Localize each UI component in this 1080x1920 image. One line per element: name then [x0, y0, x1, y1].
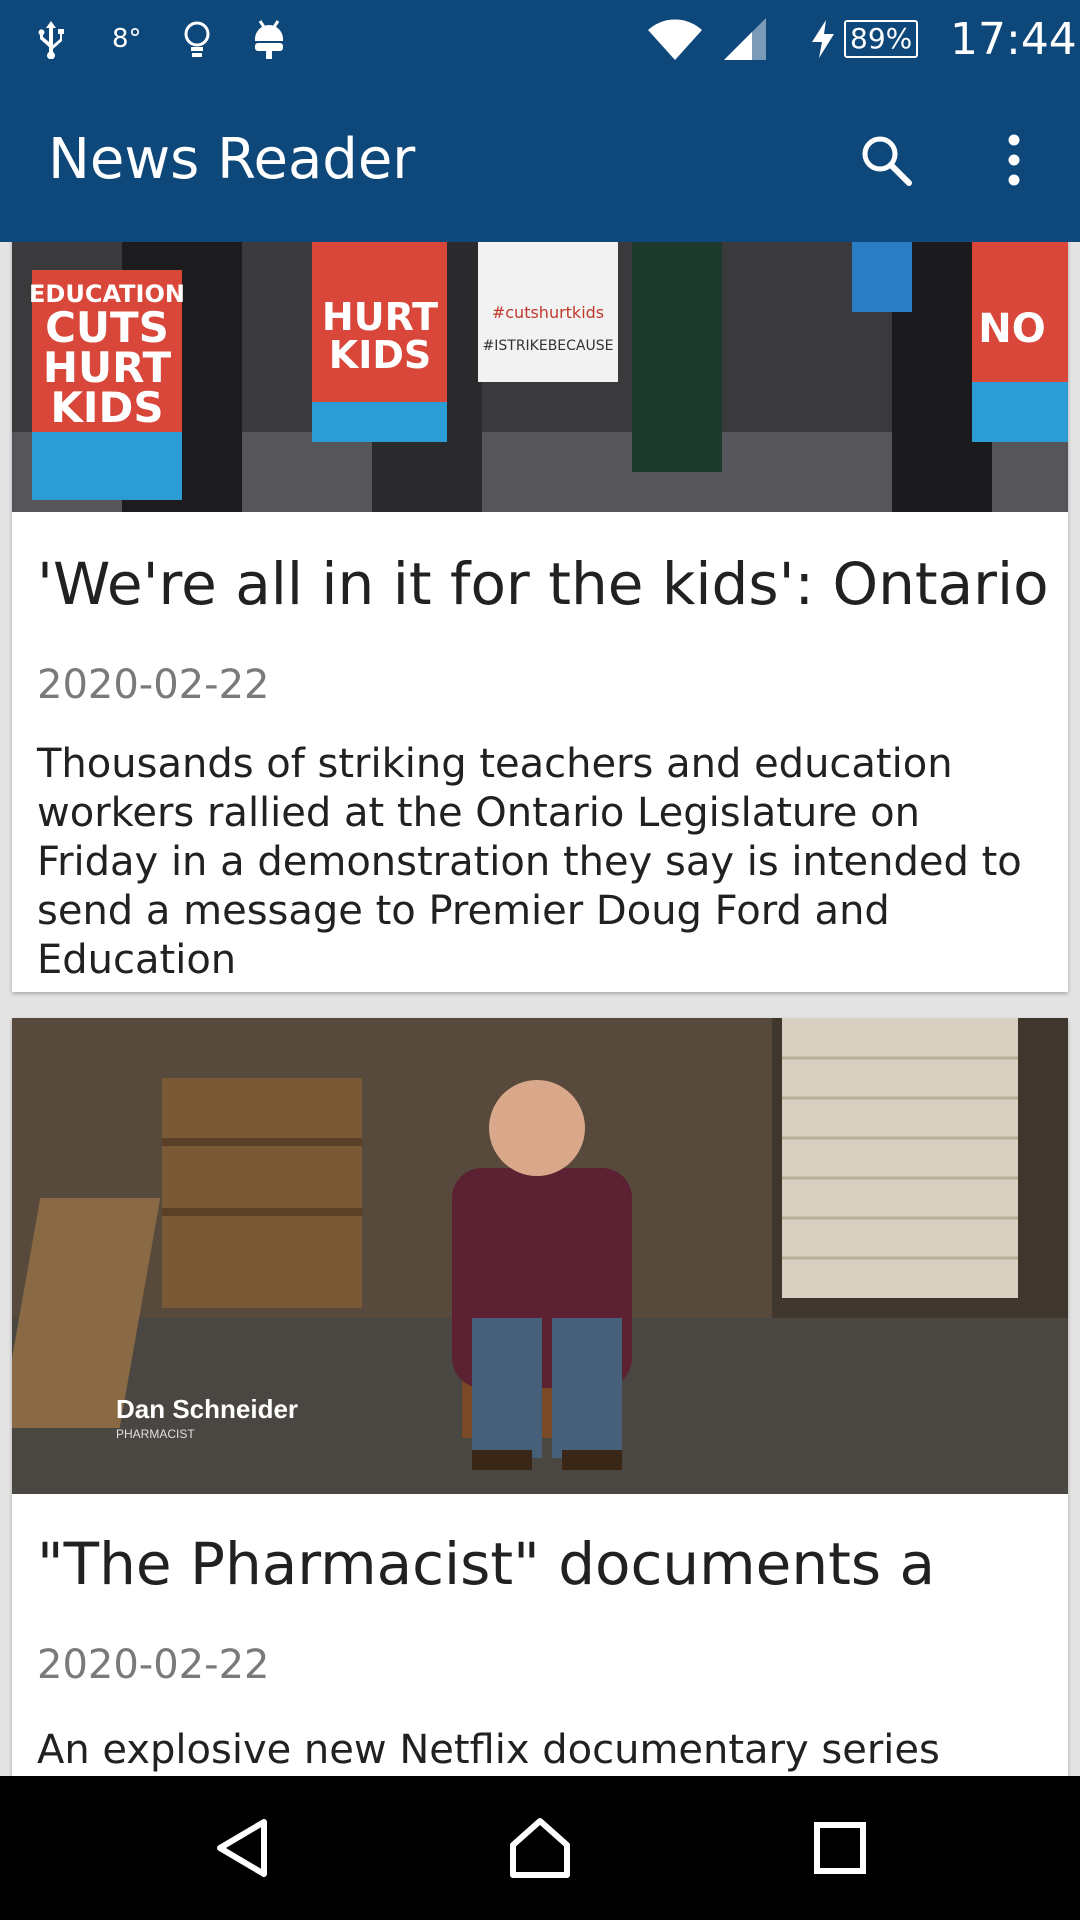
article-summary: Thousands of striking teachers and educa… [37, 741, 1022, 983]
lightbulb-icon [180, 0, 214, 78]
app-bar: News Reader [0, 78, 1080, 242]
sign-text: NO [978, 306, 1045, 352]
article-card[interactable]: Dan Schneider PHARMACIST "The Pharmacist… [12, 1018, 1068, 1776]
article-image: EDUCATION CUTS HURT KIDS HURT KIDS #cuts… [12, 242, 1068, 512]
signal-icon [722, 0, 768, 78]
battery-indicator: 89% [844, 0, 919, 78]
android-icon [252, 0, 286, 78]
article-image: Dan Schneider PHARMACIST [12, 1018, 1068, 1494]
article-title[interactable]: 'We're all in it for the kids': Ontario [37, 550, 1049, 618]
home-icon[interactable] [490, 1806, 590, 1890]
sign-text: #cutshurtkids [492, 303, 604, 322]
sign-text: KIDS [329, 333, 432, 377]
article-feed[interactable]: EDUCATION CUTS HURT KIDS HURT KIDS #cuts… [0, 242, 1080, 1776]
image-caption-role: PHARMACIST [116, 1427, 195, 1441]
article-date: 2020-02-22 [37, 1642, 270, 1688]
article-date: 2020-02-22 [37, 662, 270, 708]
article-title[interactable]: "The Pharmacist" documents a [37, 1530, 1048, 1598]
usb-icon [34, 0, 68, 78]
image-caption-name: Dan Schneider [116, 1394, 298, 1424]
sign-text: KIDS [50, 383, 163, 432]
search-icon[interactable] [846, 120, 926, 200]
battery-percent: 89% [844, 20, 919, 58]
charging-icon [810, 0, 836, 78]
sign-text: #ISTRIKEBECAUSE [483, 338, 614, 354]
status-bar: 8° 89% 17:44 [0, 0, 1080, 78]
app-title: News Reader [48, 127, 416, 192]
more-vert-icon[interactable] [974, 120, 1054, 200]
clock: 17:44 [950, 13, 1077, 65]
navigation-bar [0, 1776, 1080, 1920]
article-summary: An explosive new Netflix documentary ser… [37, 1727, 940, 1773]
temperature-text: 8° [112, 24, 142, 54]
article-card[interactable]: EDUCATION CUTS HURT KIDS HURT KIDS #cuts… [12, 242, 1068, 992]
back-icon[interactable] [192, 1806, 292, 1890]
recents-icon[interactable] [790, 1806, 890, 1890]
wifi-icon [646, 0, 704, 78]
